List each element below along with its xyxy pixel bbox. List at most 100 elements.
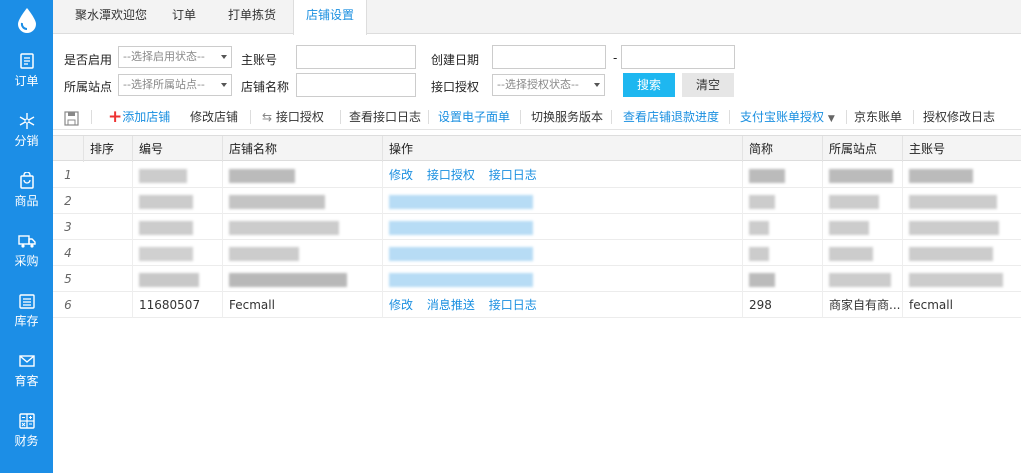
created-date-start-input[interactable] xyxy=(492,45,606,69)
table-row[interactable]: 6 11680507 Fecmall 修改 消息推送 接口日志 298 商家自有… xyxy=(53,292,1021,318)
table-row[interactable]: 3 xyxy=(53,214,1021,240)
alipay-auth-dropdown[interactable]: 支付宝账单授权 ▼ xyxy=(740,104,835,130)
app-logo[interactable] xyxy=(0,0,53,40)
clear-button[interactable]: 清空 xyxy=(682,73,734,97)
sidebar-item-products[interactable]: 商品 xyxy=(0,160,53,220)
redacted-text xyxy=(829,194,879,209)
shop-name-input[interactable] xyxy=(296,73,416,97)
view-api-log-button[interactable]: 查看接口日志 xyxy=(349,104,421,130)
api-auth-button[interactable]: ⇆ 接口授权 xyxy=(262,104,324,130)
add-shop-label: 添加店铺 xyxy=(122,110,171,124)
column-header-site[interactable]: 所属站点 xyxy=(822,136,902,162)
created-date-end-input[interactable] xyxy=(621,45,735,69)
tab-print-pick[interactable]: 打单拣货 xyxy=(217,0,287,34)
redacted-text xyxy=(229,220,339,235)
redacted-links xyxy=(389,220,533,235)
enabled-select[interactable]: --选择启用状态-- xyxy=(118,46,232,68)
sidebar-item-inventory[interactable]: 库存 xyxy=(0,280,53,340)
redacted-text xyxy=(909,168,973,183)
sidebar-item-customers[interactable]: 育客 xyxy=(0,340,53,400)
edit-shop-button[interactable]: 修改店铺 xyxy=(190,104,238,130)
set-eform-button[interactable]: 设置电子面单 xyxy=(438,104,510,130)
site-cell xyxy=(822,240,902,266)
edit-link[interactable]: 修改 xyxy=(389,168,413,182)
sidebar-item-label: 财务 xyxy=(14,434,39,448)
redacted-text xyxy=(909,246,993,261)
redacted-text xyxy=(139,272,199,287)
snowflake-icon xyxy=(19,113,34,129)
site-select-value: --选择所属站点-- xyxy=(123,78,205,91)
chevron-down-icon xyxy=(594,83,600,87)
sidebar-item-orders[interactable]: 订单 xyxy=(0,40,53,100)
chevron-down-icon xyxy=(221,83,227,87)
redacted-text xyxy=(829,220,869,235)
site-cell xyxy=(822,162,902,188)
enabled-label: 是否启用 xyxy=(64,53,113,67)
column-header-actions[interactable]: 操作 xyxy=(382,136,742,162)
actions-cell xyxy=(382,266,742,292)
redacted-text xyxy=(829,168,893,183)
main-account-input[interactable] xyxy=(296,45,416,69)
edit-link[interactable]: 修改 xyxy=(389,298,413,312)
toolbar-divider xyxy=(428,110,429,124)
tab-shop-settings[interactable]: 店铺设置 xyxy=(293,0,367,35)
short-name-cell: 298 xyxy=(742,292,822,318)
refund-progress-button[interactable]: 查看店铺退款进度 xyxy=(623,104,719,130)
auth-select[interactable]: --选择授权状态-- xyxy=(492,74,605,96)
short-name-cell xyxy=(742,188,822,214)
toolbar-divider xyxy=(729,110,730,124)
api-auth-link[interactable]: 接口授权 xyxy=(427,168,475,182)
table-row[interactable]: 1 修改 接口授权 接口日志 xyxy=(53,162,1021,188)
api-auth-label: 接口授权 xyxy=(275,110,324,124)
sidebar: 订单 分销 商品 采购 库存 育客 财务 xyxy=(0,0,53,473)
sidebar-item-label: 订单 xyxy=(14,74,39,88)
column-header-id[interactable]: 编号 xyxy=(132,136,222,162)
site-label: 所属站点 xyxy=(64,80,113,94)
row-number: 5 xyxy=(64,272,72,286)
short-name-cell xyxy=(742,266,822,292)
table-header: 排序 编号 店铺名称 操作 简称 所属站点 主账号 xyxy=(53,135,1021,162)
table-row[interactable]: 2 xyxy=(53,188,1021,214)
column-header-shop-name[interactable]: 店铺名称 xyxy=(222,136,382,162)
mail-icon xyxy=(18,355,35,367)
redacted-text xyxy=(229,272,347,287)
actions-cell xyxy=(382,214,742,240)
date-range-separator: - xyxy=(613,51,618,65)
shop-name-cell xyxy=(222,162,382,188)
tab-welcome[interactable]: 聚水潭欢迎您 xyxy=(61,0,161,34)
site-cell xyxy=(822,188,902,214)
api-log-link[interactable]: 接口日志 xyxy=(489,168,537,182)
message-push-link[interactable]: 消息推送 xyxy=(427,298,475,312)
search-button[interactable]: 搜索 xyxy=(623,73,675,97)
save-icon[interactable] xyxy=(64,109,79,126)
column-header-sort[interactable]: 排序 xyxy=(83,136,132,162)
redacted-text xyxy=(749,168,785,183)
main-account-cell xyxy=(902,162,1021,188)
add-shop-button[interactable]: +添加店铺 xyxy=(108,104,170,130)
redacted-text xyxy=(909,194,997,209)
short-name-cell xyxy=(742,162,822,188)
actions-cell xyxy=(382,188,742,214)
site-select[interactable]: --选择所属站点-- xyxy=(118,74,232,96)
jd-bill-button[interactable]: 京东账单 xyxy=(854,104,902,130)
document-icon xyxy=(19,53,34,69)
column-header-short-name[interactable]: 简称 xyxy=(742,136,822,162)
redacted-text xyxy=(139,168,187,183)
redacted-text xyxy=(749,246,769,261)
main-account-cell: fecmall xyxy=(902,292,1021,318)
switch-version-button[interactable]: 切换服务版本 xyxy=(531,104,603,130)
tab-orders[interactable]: 订单 xyxy=(161,0,207,34)
calculator-icon xyxy=(18,413,35,429)
sidebar-item-purchase[interactable]: 采购 xyxy=(0,220,53,280)
api-log-link[interactable]: 接口日志 xyxy=(489,298,537,312)
toolbar-divider xyxy=(250,110,251,124)
shop-name-label: 店铺名称 xyxy=(241,80,290,94)
table-row[interactable]: 5 xyxy=(53,266,1021,292)
sidebar-item-finance[interactable]: 财务 xyxy=(0,400,53,460)
table-row[interactable]: 4 xyxy=(53,240,1021,266)
site-cell xyxy=(822,266,902,292)
column-header-main-account[interactable]: 主账号 xyxy=(902,136,1021,162)
sidebar-item-distribution[interactable]: 分销 xyxy=(0,100,53,160)
auth-change-log-button[interactable]: 授权修改日志 xyxy=(923,104,995,130)
alipay-auth-label: 支付宝账单授权 xyxy=(740,110,825,124)
